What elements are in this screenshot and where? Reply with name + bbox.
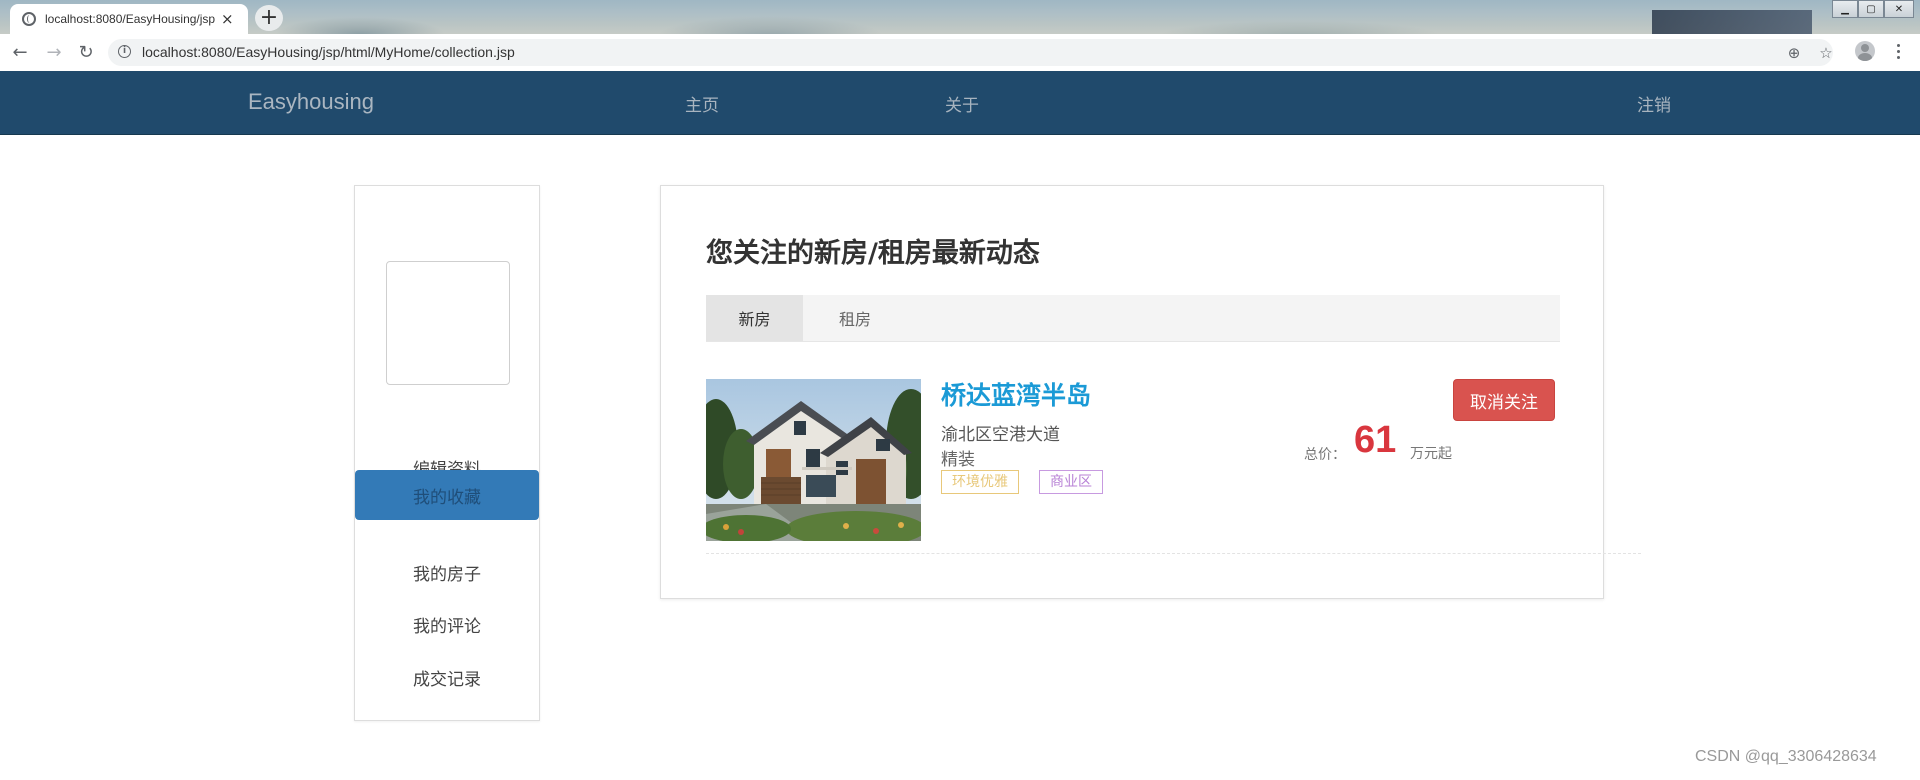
listing-name-link[interactable]: 桥达蓝湾半岛 — [941, 376, 1091, 412]
maximize-icon[interactable]: ▢ — [1858, 0, 1884, 18]
site-navbar: Easyhousing 主页 关于 注销 — [0, 71, 1920, 135]
window-controls: ▁ ▢ ✕ — [1832, 0, 1914, 18]
nav-about-link[interactable]: 关于 — [945, 91, 979, 116]
reload-icon[interactable]: ↻ — [76, 42, 96, 63]
back-icon[interactable]: ← — [10, 42, 30, 63]
nav-logout-link[interactable]: 注销 — [1637, 91, 1671, 116]
url-input[interactable]: i localhost:8080/EasyHousing/jsp/html/My… — [108, 39, 1833, 66]
forward-icon[interactable]: → — [44, 42, 64, 63]
listing-address: 渝北区空港大道 — [941, 425, 1060, 445]
tag-business-district: 商业区 — [1039, 470, 1103, 494]
close-window-icon[interactable]: ✕ — [1884, 0, 1914, 18]
browser-tab-strip: localhost:8080/EasyHousing/jsp/html/MyHo… — [0, 0, 1920, 34]
browser-menu-icon[interactable] — [1892, 41, 1904, 61]
house-photo[interactable] — [706, 379, 921, 541]
price-value: 61 — [1354, 419, 1397, 461]
sidebar-item-my-comments[interactable]: 我的评论 — [355, 599, 539, 649]
watermark: CSDN @qq_3306428634 — [1695, 748, 1877, 765]
brand-logo[interactable]: Easyhousing — [248, 89, 374, 115]
price-label: 总价： — [1304, 447, 1346, 463]
tab-close-icon[interactable]: × — [221, 12, 234, 27]
desktop-background-element — [1652, 10, 1812, 34]
unfollow-button[interactable]: 取消关注 — [1453, 379, 1555, 421]
profile-avatar-icon[interactable] — [1855, 41, 1875, 61]
nav-home-link[interactable]: 主页 — [685, 91, 719, 116]
site-info-icon[interactable]: i — [118, 45, 131, 58]
user-sidebar: 编辑资料 我的收藏 我的房子 我的评论 成交记录 — [354, 185, 540, 721]
tab-title: localhost:8080/EasyHousing/jsp/html/MyHo… — [45, 12, 215, 26]
sidebar-item-transaction-records[interactable]: 成交记录 — [355, 652, 539, 702]
listing-type-tabs: 新房 租房 — [706, 295, 1560, 342]
window-background-scene — [250, 0, 1800, 34]
listing-divider — [706, 553, 1641, 554]
favorites-panel: 您关注的新房/租房最新动态 新房 租房 桥达蓝湾半岛 渝北区空港大道 精装 环境… — [660, 185, 1641, 599]
listing-decoration: 精装 — [941, 450, 975, 470]
browser-tab[interactable]: localhost:8080/EasyHousing/jsp/html/MyHo… — [10, 4, 248, 34]
price-unit: 万元起 — [1410, 446, 1452, 462]
tag-environment: 环境优雅 — [941, 470, 1019, 494]
globe-icon — [22, 12, 36, 26]
zoom-icon[interactable]: ⊕ — [1784, 43, 1804, 63]
new-tab-button[interactable]: + — [255, 5, 283, 31]
tab-new-house[interactable]: 新房 — [706, 295, 803, 341]
url-text: localhost:8080/EasyHousing/jsp/html/MyHo… — [142, 44, 515, 60]
tab-rental[interactable]: 租房 — [803, 295, 907, 341]
bookmark-star-icon[interactable]: ☆ — [1816, 43, 1836, 63]
minimize-icon[interactable]: ▁ — [1832, 0, 1858, 18]
page-title: 您关注的新房/租房最新动态 — [706, 238, 1040, 269]
sidebar-item-my-favorites[interactable]: 我的收藏 — [355, 470, 539, 520]
sidebar-item-my-houses[interactable]: 我的房子 — [355, 547, 539, 597]
user-avatar — [386, 261, 510, 385]
address-bar: ← → ↻ i localhost:8080/EasyHousing/jsp/h… — [0, 34, 1920, 72]
